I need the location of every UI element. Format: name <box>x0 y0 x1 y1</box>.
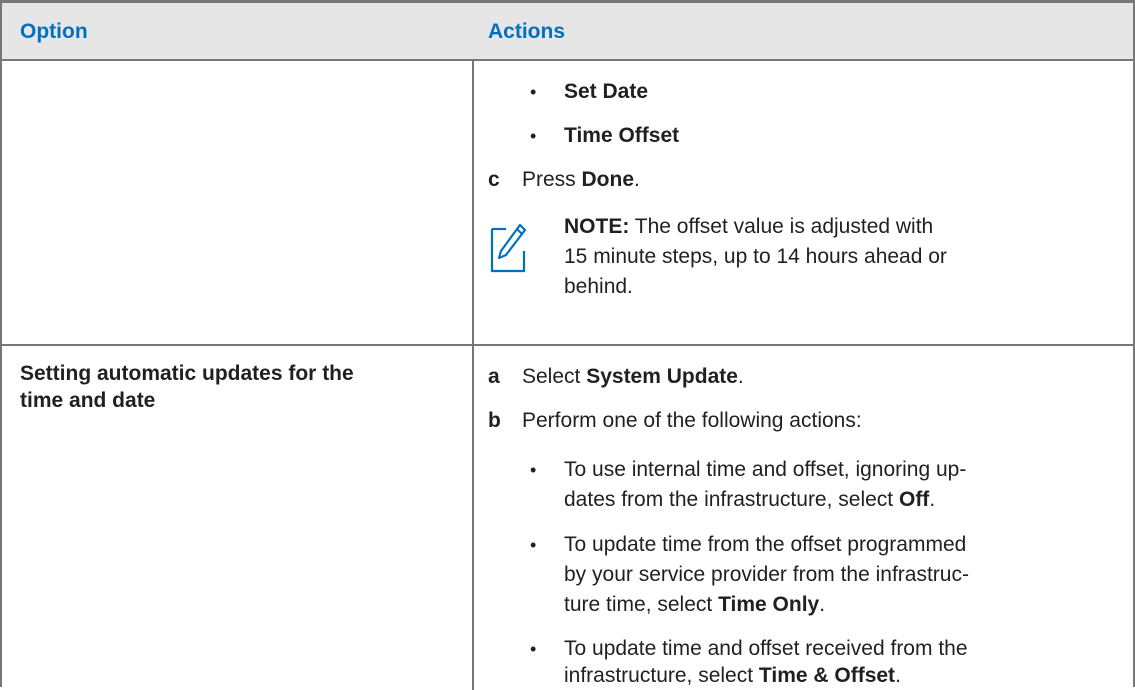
bullet: • <box>530 460 537 480</box>
bullet: • <box>530 126 537 146</box>
option-label-line-1: Setting automatic updates for the <box>20 362 354 385</box>
action-1-line-1: To use internal time and offset, ignorin… <box>564 458 967 481</box>
step-c-text: Press Done. <box>522 168 640 191</box>
table-header: Option Actions <box>2 3 1133 61</box>
step-a-text: Select System Update. <box>522 365 744 388</box>
options-table: Option Actions • Set Date • Time Offset … <box>0 0 1135 690</box>
bullet: • <box>530 639 537 659</box>
action-2-line-2: by your service provider from the infras… <box>564 563 969 586</box>
note-line-1: NOTE: The offset value is adjusted with <box>564 215 934 238</box>
bullet: • <box>530 82 537 102</box>
action-1-line-2: dates from the infrastructure, select Of… <box>564 488 936 511</box>
header-actions: Actions <box>488 20 566 43</box>
step-b-label: b <box>488 409 501 432</box>
note-line-2: 15 minute steps, up to 14 hours ahead or <box>564 245 947 268</box>
note-line-3: behind. <box>564 275 633 298</box>
option-set-date: Set Date <box>564 80 649 103</box>
option-time-offset: Time Offset <box>564 124 680 147</box>
step-c-label: c <box>488 168 500 191</box>
row-divider <box>2 344 1133 346</box>
action-3-line-2: infrastructure, select Time & Offset. <box>564 664 901 687</box>
bullet: • <box>530 535 537 555</box>
action-2-line-1: To update time from the offset programme… <box>564 533 967 556</box>
header-option: Option <box>20 20 88 43</box>
action-3-line-1: To update time and offset received from … <box>564 637 968 660</box>
action-2-line-3: ture time, select Time Only. <box>564 593 826 616</box>
option-label-line-2: time and date <box>20 389 156 412</box>
step-b-text: Perform one of the following actions: <box>522 409 862 432</box>
note-pencil-icon <box>490 223 526 273</box>
step-a-label: a <box>488 365 500 388</box>
column-divider <box>472 61 474 690</box>
